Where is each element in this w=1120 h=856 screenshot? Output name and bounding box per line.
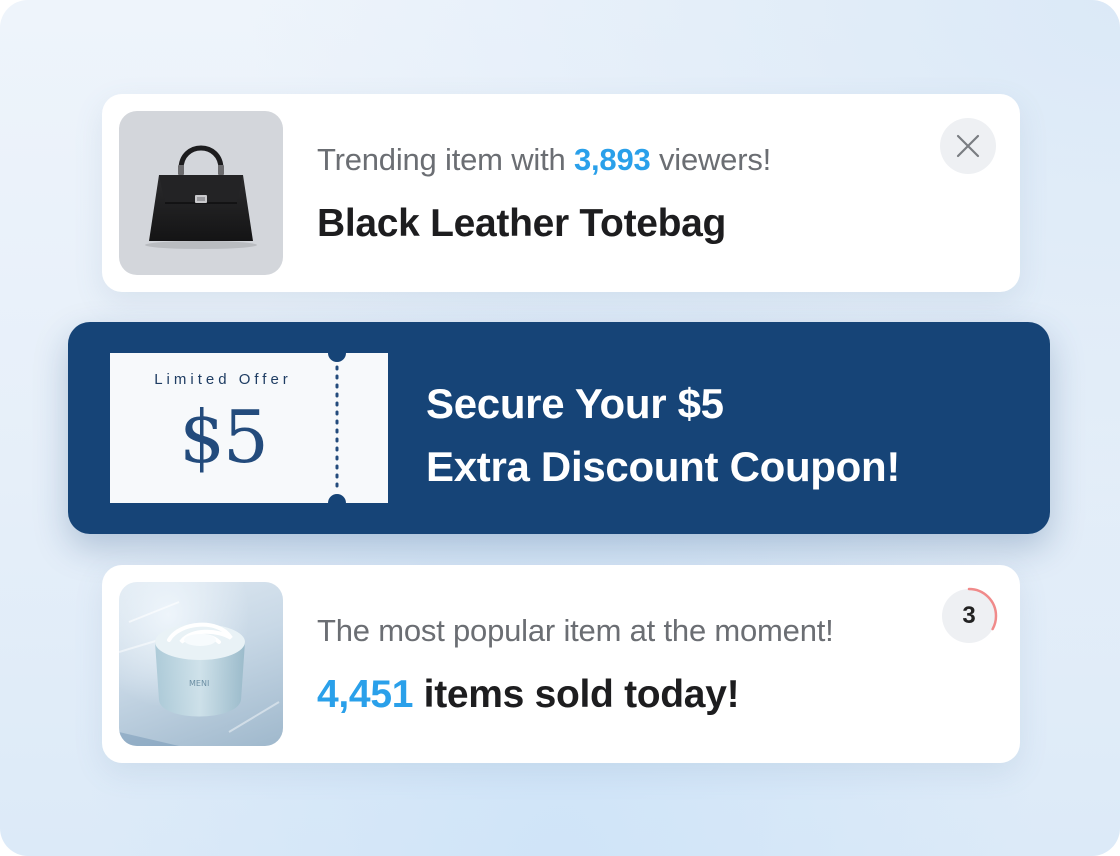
trending-item-card[interactable]: Trending item with 3,893 viewers! Black … xyxy=(102,94,1020,292)
sold-suffix: items sold today! xyxy=(423,673,740,716)
notification-canvas: Trending item with 3,893 viewers! Black … xyxy=(0,0,1120,856)
close-icon xyxy=(956,134,980,158)
countdown-value: 3 xyxy=(962,602,976,629)
sold-count: 4,451 xyxy=(317,673,414,716)
close-button[interactable] xyxy=(940,118,996,174)
coupon-amount: $5 xyxy=(179,395,269,479)
trending-text: Trending item with 3,893 viewers! xyxy=(317,142,771,178)
coupon-label: Limited Offer xyxy=(154,371,292,388)
totebag-illustration xyxy=(145,145,257,249)
trending-prefix: Trending item with xyxy=(317,142,566,177)
coupon-headline: Secure Your $5 Extra Discount Coupon! xyxy=(426,372,1026,498)
trending-suffix: viewers! xyxy=(658,142,772,177)
viewer-count: 3,893 xyxy=(573,142,651,177)
popular-tagline: The most popular item at the moment! xyxy=(317,613,834,648)
countdown-timer: 3 xyxy=(940,587,998,645)
coupon-headline-line1: Secure Your $5 xyxy=(426,380,724,427)
coupon-ticket[interactable]: Limited Offer $5 xyxy=(110,353,388,503)
coupon-banner[interactable]: Limited Offer $5 Secure Your $5 Extra Di… xyxy=(68,322,1050,534)
popular-item-card[interactable]: MENI The most popular item at the moment… xyxy=(102,565,1020,763)
cream-jar-illustration: MENI xyxy=(119,601,280,746)
svg-text:MENI: MENI xyxy=(189,679,209,688)
product-image-cream-jar: MENI xyxy=(119,582,283,746)
coupon-headline-line2: Extra Discount Coupon! xyxy=(426,443,901,490)
product-name: Black Leather Totebag xyxy=(317,202,727,245)
sold-today-text: 4,451 items sold today! xyxy=(317,673,740,717)
product-image-totebag xyxy=(119,111,283,275)
